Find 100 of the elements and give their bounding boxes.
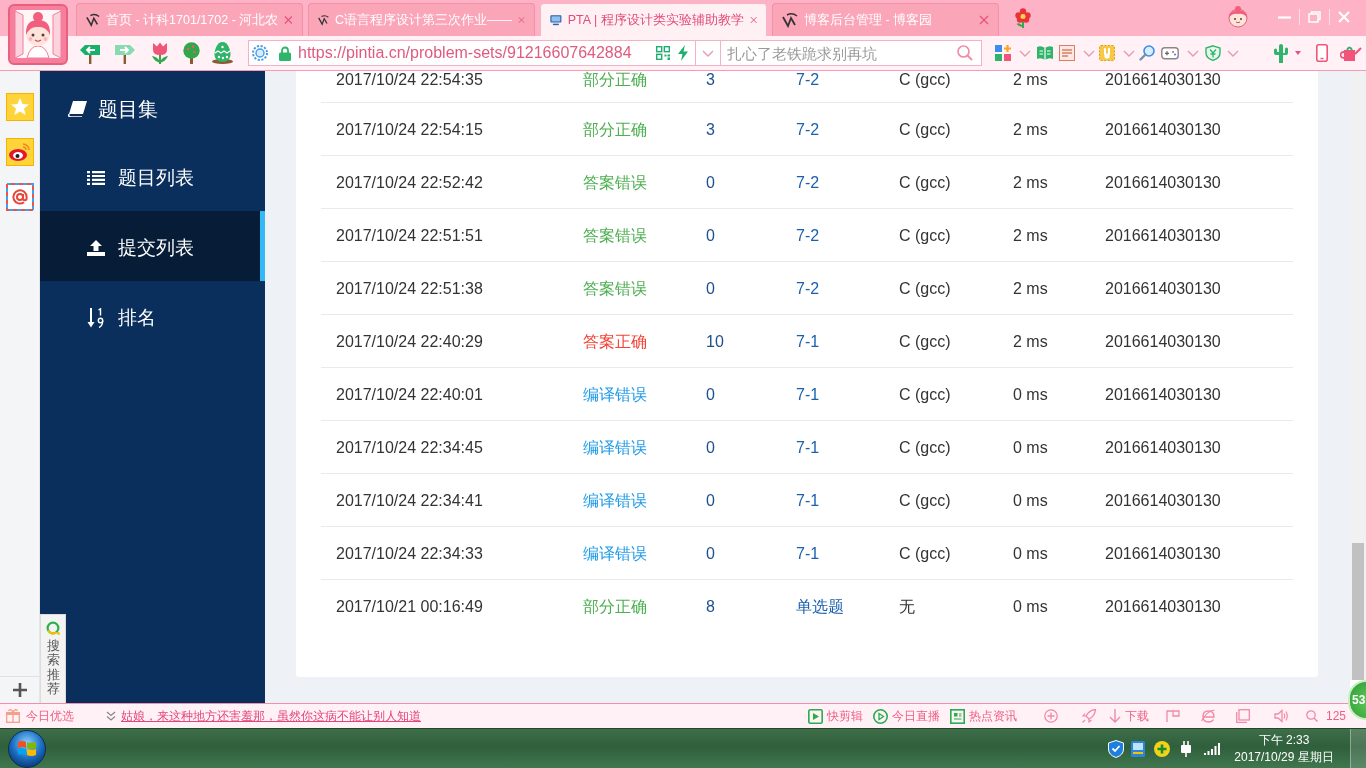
- problem-link[interactable]: 7-1: [796, 491, 820, 509]
- start-orb-icon[interactable]: [8, 729, 46, 768]
- zoom-icon[interactable]: [1305, 710, 1318, 722]
- plus-circle-icon[interactable]: [1154, 740, 1170, 757]
- phone-icon[interactable]: [1316, 44, 1328, 62]
- status-link[interactable]: 答案错误: [583, 173, 647, 191]
- lightning-icon[interactable]: [678, 45, 688, 61]
- restore-icon[interactable]: [1308, 11, 1321, 23]
- lock-icon[interactable]: [279, 45, 291, 61]
- cartoon-face-icon[interactable]: [1227, 6, 1249, 28]
- search-input[interactable]: 扎心了老铁跪求别再坑: [727, 42, 957, 64]
- status-link[interactable]: 部分正确: [583, 71, 647, 88]
- nav-item[interactable]: 排名: [40, 281, 265, 351]
- caret-icon[interactable]: [702, 49, 714, 57]
- problem-link[interactable]: 7-1: [796, 544, 820, 562]
- problem-link[interactable]: 7-2: [796, 226, 820, 244]
- caret-icon[interactable]: [1019, 49, 1031, 57]
- tree-icon[interactable]: [181, 42, 202, 64]
- shield-check-icon[interactable]: [1108, 739, 1124, 758]
- nav-item[interactable]: 题目列表: [40, 141, 265, 211]
- stacked-squares-icon[interactable]: [1235, 709, 1250, 723]
- shield-icon[interactable]: [1205, 45, 1221, 61]
- status-link[interactable]: 答案正确: [583, 332, 647, 350]
- speaker-icon[interactable]: [1273, 709, 1288, 723]
- zoom-level[interactable]: 125: [1325, 709, 1346, 723]
- close-icon[interactable]: [979, 15, 989, 25]
- problem-link[interactable]: 7-1: [796, 438, 820, 456]
- problem-link[interactable]: 7-2: [796, 279, 820, 297]
- power-plug-icon[interactable]: [1180, 740, 1192, 757]
- problem-link[interactable]: 7-1: [796, 385, 820, 403]
- status-link[interactable]: 编译错误: [583, 544, 647, 562]
- status-link[interactable]: 答案错误: [583, 226, 647, 244]
- search-recommend-tab[interactable]: 搜索推荐: [40, 614, 66, 703]
- nav-item[interactable]: 提交列表: [40, 211, 265, 281]
- dropdown-button[interactable]: [695, 40, 720, 66]
- status-link[interactable]: 编译错误: [583, 491, 647, 509]
- caret-icon[interactable]: [1227, 49, 1239, 57]
- forward-icon[interactable]: [114, 42, 136, 64]
- address-field[interactable]: https://pintia.cn/problem-sets/91216607642884: [248, 40, 695, 66]
- score-cell: 3: [706, 120, 715, 138]
- tulip-icon[interactable]: [150, 42, 170, 64]
- browser-tab[interactable]: 博客后台管理 - 博客园: [772, 3, 999, 36]
- status-link[interactable]: 编译错误: [583, 385, 647, 403]
- time-cell: 2017/10/24 22:54:35: [336, 71, 483, 88]
- duration-cell: 2 ms: [1013, 120, 1048, 138]
- at-sign-icon[interactable]: [5, 183, 34, 211]
- flag-icon[interactable]: [1165, 710, 1180, 722]
- eye-icon[interactable]: [5, 138, 34, 166]
- egg-icon[interactable]: [212, 42, 233, 64]
- gamepad-icon[interactable]: [1161, 45, 1179, 61]
- app-grid-icon[interactable]: [995, 45, 1011, 61]
- magnifier-icon[interactable]: [1139, 45, 1155, 61]
- video-clip-button[interactable]: 快剪辑: [807, 707, 863, 725]
- promo-link[interactable]: 今日优选: [26, 707, 74, 725]
- scrollbar-thumb[interactable]: [1352, 543, 1364, 680]
- problem-link[interactable]: 7-1: [796, 332, 820, 350]
- search-icon[interactable]: [957, 45, 973, 61]
- browser-tab[interactable]: 首页 - 计科1701/1702 - 河北农: [76, 3, 303, 36]
- caret-icon[interactable]: [1083, 49, 1095, 57]
- search-field[interactable]: 扎心了老铁跪求别再坑: [720, 40, 982, 66]
- minimize-icon[interactable]: [1278, 15, 1291, 19]
- problem-link[interactable]: 7-2: [796, 120, 820, 138]
- open-book-icon[interactable]: [1037, 45, 1053, 61]
- close-icon[interactable]: [749, 15, 757, 25]
- status-link[interactable]: 编译错误: [583, 438, 647, 456]
- text-lines-icon[interactable]: [1059, 45, 1075, 61]
- flower-icon[interactable]: [1014, 8, 1032, 28]
- signal-bars-icon[interactable]: [1204, 742, 1220, 755]
- close-icon[interactable]: [284, 15, 293, 25]
- status-link[interactable]: 部分正确: [583, 598, 647, 615]
- problem-link[interactable]: 单选题: [796, 598, 844, 615]
- rocket-icon[interactable]: [1081, 709, 1096, 723]
- problem-link[interactable]: 7-2: [796, 173, 820, 191]
- cartoon-girl-logo[interactable]: [8, 4, 68, 65]
- caret-icon[interactable]: [1123, 49, 1135, 57]
- browser-tab[interactable]: C语言程序设计第三次作业——: [308, 3, 535, 36]
- qr-code-icon[interactable]: [656, 46, 670, 60]
- status-link[interactable]: 部分正确: [583, 120, 647, 138]
- status-link[interactable]: 答案错误: [583, 279, 647, 297]
- double-chevron-icon[interactable]: [106, 711, 116, 721]
- plus-icon[interactable]: [12, 683, 27, 697]
- download-button[interactable]: 下载: [1108, 707, 1149, 725]
- url-input[interactable]: https://pintia.cn/problem-sets/91216607642884: [298, 42, 656, 64]
- gear-icon[interactable]: [252, 45, 268, 61]
- show-desktop-button[interactable]: [1350, 729, 1366, 768]
- news-button[interactable]: 热点资讯: [949, 707, 1017, 725]
- close-icon[interactable]: [518, 15, 525, 25]
- circle-plus-icon[interactable]: [1043, 709, 1058, 723]
- squiggle-logo-icon: [86, 12, 100, 28]
- headline-link[interactable]: 姑娘，来这种地方还害羞那，虽然你这病不能让别人知道: [121, 707, 421, 725]
- back-icon[interactable]: [79, 42, 101, 64]
- caret-icon[interactable]: [1187, 49, 1199, 57]
- live-button[interactable]: 今日直播: [872, 707, 940, 725]
- dropdown-triangle-icon[interactable]: [1295, 51, 1301, 55]
- browser-tab[interactable]: PTA | 程序设计类实验辅助教学: [540, 3, 767, 36]
- problem-link[interactable]: 7-2: [796, 71, 820, 88]
- app-tile-icon[interactable]: [1131, 740, 1145, 757]
- cactus-icon[interactable]: [1272, 43, 1290, 63]
- stamp-icon[interactable]: [1099, 45, 1115, 61]
- circle-swoosh-icon[interactable]: [1200, 709, 1215, 723]
